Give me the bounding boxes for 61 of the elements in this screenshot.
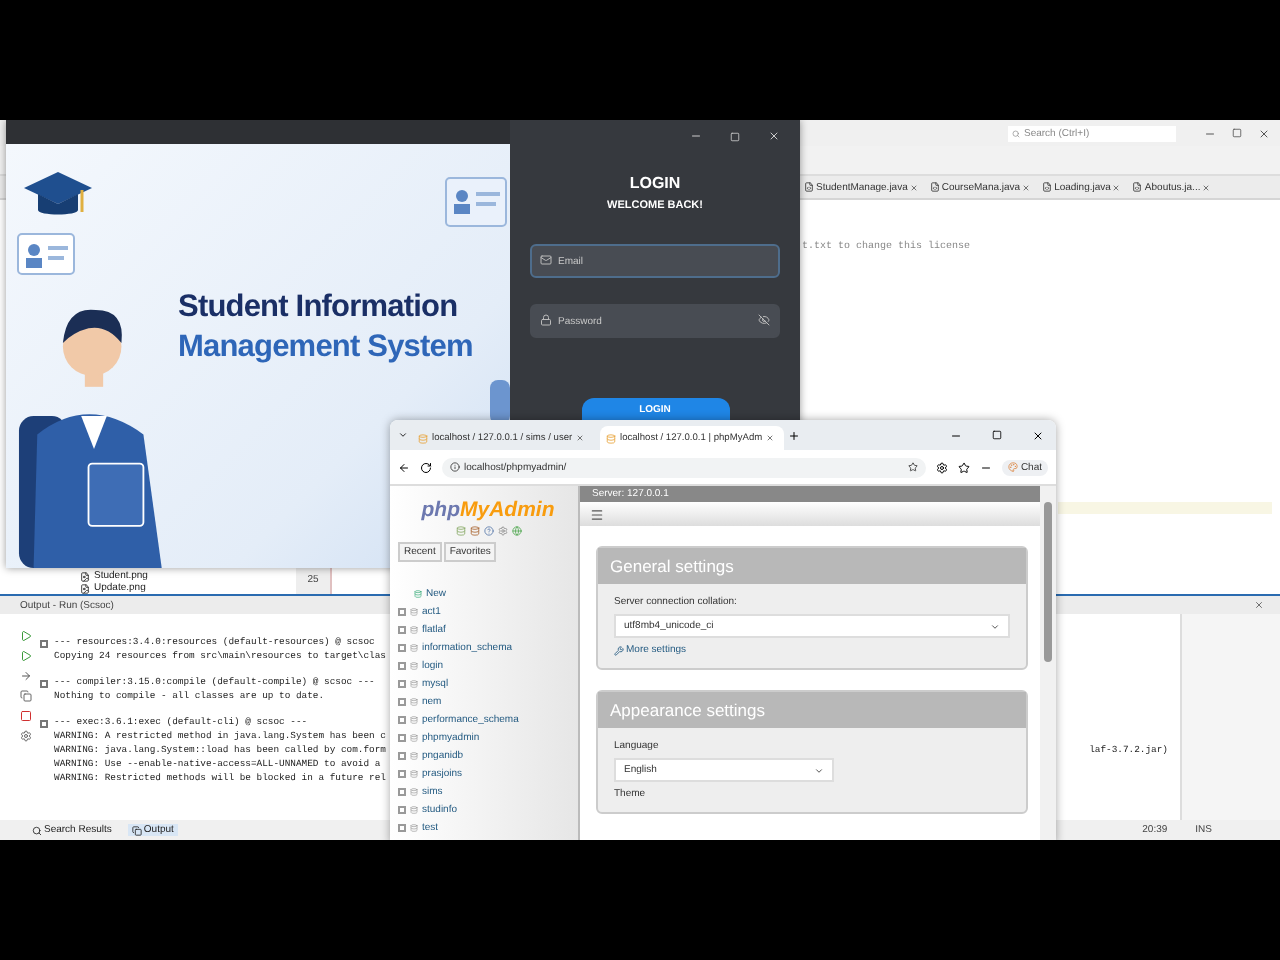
expand-toggle[interactable] bbox=[398, 733, 406, 741]
palette-icon bbox=[1008, 462, 1019, 472]
file-icon bbox=[929, 182, 940, 192]
arrow-icon[interactable] bbox=[20, 670, 32, 682]
stop-icon[interactable] bbox=[20, 710, 32, 722]
banner-title: Student Information bbox=[178, 288, 458, 328]
expand-toggle[interactable] bbox=[398, 625, 406, 633]
globe-icon[interactable] bbox=[511, 526, 521, 536]
hidden-eye-icon[interactable] bbox=[758, 314, 770, 326]
file-icon bbox=[1132, 182, 1143, 192]
expand-toggle[interactable] bbox=[398, 823, 406, 831]
new-tab-icon[interactable] bbox=[788, 429, 800, 441]
info-icon bbox=[450, 462, 460, 472]
expand-toggle[interactable] bbox=[398, 769, 406, 777]
maximize-icon[interactable] bbox=[1232, 128, 1242, 138]
expand-toggle[interactable] bbox=[398, 751, 406, 759]
lock-icon bbox=[540, 314, 552, 326]
mail-icon bbox=[540, 254, 552, 266]
expand-toggle[interactable] bbox=[398, 805, 406, 813]
minimize-icon[interactable] bbox=[690, 130, 702, 142]
star-icon[interactable] bbox=[908, 462, 919, 472]
minimize-icon[interactable] bbox=[950, 429, 962, 441]
id-card-icon bbox=[444, 176, 508, 228]
panel-heading: Appearance settings bbox=[598, 692, 1026, 728]
expand-toggle[interactable] bbox=[398, 697, 406, 705]
chevron-down-icon bbox=[814, 765, 824, 775]
star-icon[interactable] bbox=[958, 461, 971, 473]
maximize-icon[interactable] bbox=[992, 430, 1002, 440]
copy-icon[interactable] bbox=[20, 690, 32, 702]
expand-toggle[interactable] bbox=[398, 787, 406, 795]
reload-icon[interactable] bbox=[420, 461, 432, 473]
fold-toggle[interactable] bbox=[40, 639, 48, 647]
file-icon bbox=[804, 182, 814, 192]
scrollbar-thumb[interactable] bbox=[1044, 502, 1052, 662]
minimize-icon[interactable] bbox=[1204, 127, 1216, 139]
banner-subtitle: Management System bbox=[178, 328, 473, 368]
menu-icon[interactable] bbox=[590, 507, 604, 521]
minus-icon[interactable] bbox=[980, 461, 993, 473]
settings-icon[interactable] bbox=[936, 461, 949, 473]
expand-toggle[interactable] bbox=[398, 715, 406, 723]
chevron-down-icon bbox=[990, 621, 1000, 631]
search-icon bbox=[32, 825, 42, 835]
output-icon bbox=[131, 825, 142, 835]
tab-list-icon[interactable] bbox=[398, 430, 408, 440]
fold-toggle[interactable] bbox=[40, 719, 48, 727]
close-icon[interactable] bbox=[1032, 429, 1044, 441]
id-card-icon bbox=[16, 232, 76, 276]
back-icon[interactable] bbox=[398, 461, 410, 473]
expand-toggle[interactable] bbox=[398, 643, 406, 651]
fold-toggle[interactable] bbox=[40, 679, 48, 687]
wrench-icon bbox=[614, 645, 624, 655]
close-icon[interactable] bbox=[1258, 127, 1270, 139]
help-icon[interactable] bbox=[483, 526, 493, 536]
expand-toggle[interactable] bbox=[398, 661, 406, 669]
file-icon bbox=[1042, 182, 1053, 192]
login-title: LOGIN bbox=[629, 174, 681, 192]
panel-heading: General settings bbox=[598, 548, 1026, 584]
expand-toggle[interactable] bbox=[398, 679, 406, 687]
search-icon bbox=[1012, 129, 1020, 137]
phpmyadmin-logo[interactable]: phpMyAdmin bbox=[421, 498, 555, 522]
expand-toggle[interactable] bbox=[398, 607, 406, 615]
